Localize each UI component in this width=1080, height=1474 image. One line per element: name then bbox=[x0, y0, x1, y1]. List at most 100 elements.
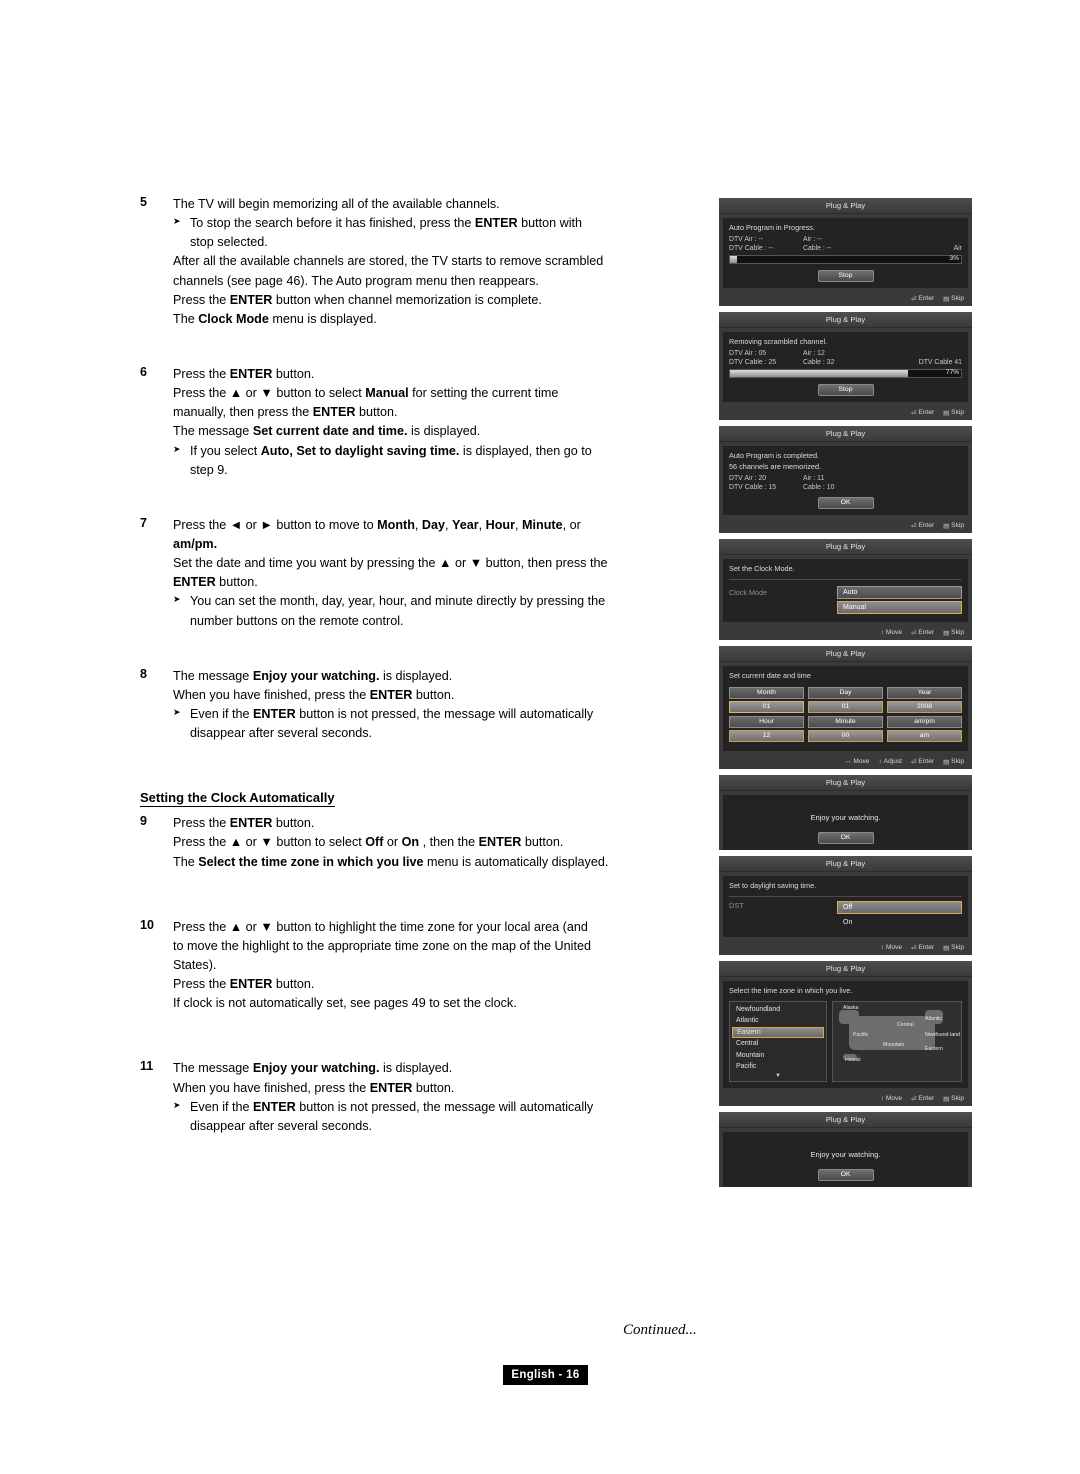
footer-skip[interactable]: ▤ Skip bbox=[943, 522, 964, 530]
time-zone-list[interactable]: Newfoundland Atlantic Eastern Central Mounta… bbox=[729, 1000, 827, 1082]
hour-value[interactable]: 12 bbox=[729, 729, 804, 742]
panel-body: Auto Program in Progress. DTV Air : -- A… bbox=[723, 218, 968, 288]
map-zone-label: Pacific bbox=[853, 1031, 869, 1038]
panel-enjoy-watching-2: Plug & Play Enjoy your watching. OK bbox=[719, 1111, 972, 1187]
step-line: channels (see page 46). The Auto program… bbox=[173, 273, 539, 288]
footer-move[interactable]: ↕ Move bbox=[881, 1095, 902, 1102]
scroll-down-arrow-icon[interactable]: ▼ bbox=[732, 1073, 824, 1079]
minute-value[interactable]: 00 bbox=[808, 729, 883, 742]
month-value[interactable]: 01 bbox=[729, 700, 804, 713]
status-text: Set current date and time bbox=[729, 670, 811, 680]
footer-skip[interactable]: ▤ Skip bbox=[943, 295, 964, 303]
ok-button[interactable]: OK bbox=[817, 496, 874, 509]
ok-button[interactable]: OK bbox=[817, 831, 874, 844]
status-text: Set to daylight saving time. bbox=[729, 880, 817, 890]
footer-skip[interactable]: ▤ Skip bbox=[943, 758, 964, 766]
stop-button[interactable]: Stop bbox=[817, 383, 874, 396]
step-line: Press the ENTER button. bbox=[173, 816, 315, 831]
footer-move-label: Move bbox=[885, 629, 902, 637]
footer-enter[interactable]: ⏎ Enter bbox=[911, 944, 934, 952]
section-heading-wrap: Setting the Clock Automatically bbox=[140, 789, 710, 814]
step-number: 11 bbox=[140, 1059, 154, 1074]
enter-icon: ⏎ bbox=[911, 629, 917, 637]
panel-title: Plug & Play bbox=[719, 855, 972, 872]
footer-skip[interactable]: ▤ Skip bbox=[943, 629, 964, 637]
month-cell[interactable]: Month 01 bbox=[729, 686, 804, 713]
day-cell[interactable]: Day 01 bbox=[808, 686, 883, 713]
step-7: 7 Press the ◄ or ► button to move to Mont… bbox=[140, 516, 710, 631]
step-line: To stop the search before it has finishe… bbox=[173, 214, 710, 233]
clock-mode-option-manual[interactable]: Manual bbox=[837, 600, 962, 614]
day-value[interactable]: 01 bbox=[808, 700, 883, 713]
clock-mode-option-auto[interactable]: Auto bbox=[837, 585, 962, 599]
enter-icon: ⏎ bbox=[911, 944, 917, 952]
footer-enter[interactable]: ⏎ Enter bbox=[911, 409, 934, 417]
step-number: 9 bbox=[140, 814, 147, 829]
cable-value: Cable : 32 bbox=[803, 358, 835, 366]
footer-move[interactable]: ↕ Move bbox=[881, 944, 902, 951]
step-line: ENTER button. bbox=[173, 575, 258, 590]
footer-enter[interactable]: ⏎ Enter bbox=[911, 295, 934, 303]
dtv-cable-value: DTV Cable : 25 bbox=[729, 358, 777, 366]
year-cell[interactable]: Year 2008 bbox=[887, 686, 962, 713]
footer-enter[interactable]: ⏎ Enter bbox=[911, 522, 934, 530]
enter-icon: ⏎ bbox=[911, 409, 917, 417]
dst-option-off[interactable]: Off bbox=[837, 900, 962, 914]
dtv-air-value: DTV Air : -- bbox=[729, 235, 764, 243]
footer-skip-label: Skip bbox=[951, 1095, 964, 1102]
minute-cell[interactable]: Minute 00 bbox=[808, 715, 883, 742]
map-zone-label: Newfound-land bbox=[925, 1031, 960, 1038]
time-zone-item[interactable]: Atlantic bbox=[732, 1015, 824, 1027]
map-landmass-alaska bbox=[839, 1009, 859, 1024]
progress-bar: 3% bbox=[729, 254, 962, 264]
panel-title: Plug & Play bbox=[719, 960, 972, 977]
footer-enter[interactable]: ⏎ Enter bbox=[911, 1095, 934, 1103]
year-value[interactable]: 2008 bbox=[887, 700, 962, 713]
step-body: Press the ◄ or ► button to move to Month… bbox=[173, 516, 710, 631]
enjoy-message: Enjoy your watching. bbox=[810, 1149, 881, 1159]
status-text: Select the time zone in which you live. bbox=[729, 985, 853, 995]
footer-move[interactable]: ↕ Move bbox=[881, 629, 902, 636]
time-zone-item[interactable]: Mountain bbox=[732, 1050, 824, 1062]
footer-skip[interactable]: ▤ Skip bbox=[943, 944, 964, 952]
panel-auto-program-completed: Plug & Play Auto Program is completed. 5… bbox=[719, 425, 972, 533]
step-line: Press the ▲ or ▼ button to highlight the… bbox=[173, 919, 588, 934]
step-line: manually, then press the ENTER button. bbox=[173, 405, 398, 420]
time-zone-item[interactable]: Newfoundland bbox=[732, 1004, 824, 1016]
ampm-cell[interactable]: am/pm am bbox=[887, 715, 962, 742]
footer-adjust-label: Adjust bbox=[883, 758, 902, 766]
time-zone-item[interactable]: Central bbox=[732, 1038, 824, 1050]
ampm-value[interactable]: am bbox=[887, 729, 962, 742]
enter-icon: ⏎ bbox=[911, 295, 917, 303]
footer-move[interactable]: ↔ Move bbox=[845, 758, 870, 765]
map-zone-label: Alaska bbox=[843, 1004, 859, 1011]
footer-skip[interactable]: ▤ Skip bbox=[943, 1095, 964, 1103]
band-label: DTV Cable 41 bbox=[918, 358, 962, 366]
footer-enter[interactable]: ⏎ Enter bbox=[911, 629, 934, 637]
step-line: When you have finished, press the ENTER … bbox=[173, 1080, 455, 1095]
band-spacer bbox=[863, 350, 962, 357]
dst-option-on[interactable]: On bbox=[837, 916, 962, 929]
step-body: Press the ▲ or ▼ button to highlight the… bbox=[173, 918, 710, 1014]
panel-body: Set to daylight saving time. DST Off On bbox=[723, 875, 968, 937]
stop-button[interactable]: Stop bbox=[817, 269, 874, 282]
step-line: After all the available channels are sto… bbox=[173, 254, 604, 269]
step-6: 6 Press the ENTER button. Press the ▲ or ▼… bbox=[140, 365, 710, 480]
time-zone-item[interactable]: Eastern bbox=[732, 1026, 824, 1038]
step-line: Even if the ENTER button is not pressed,… bbox=[173, 1098, 710, 1117]
footer-adjust[interactable]: ↕ Adjust bbox=[878, 758, 902, 765]
step-number: 8 bbox=[140, 666, 147, 681]
time-zone-item[interactable]: Pacific bbox=[732, 1061, 824, 1073]
footer-skip[interactable]: ▤ Skip bbox=[943, 409, 964, 417]
dtv-cable-value: DTV Cable : 15 bbox=[729, 483, 777, 491]
ok-button[interactable]: OK bbox=[817, 1168, 874, 1181]
panel-footer: ↔ Move ↕ Adjust ⏎ Enter ▤ Skip bbox=[719, 754, 972, 769]
footer-enter[interactable]: ⏎ Enter bbox=[911, 758, 934, 766]
hour-cell[interactable]: Hour 12 bbox=[729, 715, 804, 742]
air-value: Air : -- bbox=[803, 235, 822, 243]
us-map[interactable]: Alaska Atlantic Central Pacific Newfound-lan… bbox=[832, 1000, 962, 1082]
progress-fill bbox=[730, 369, 908, 377]
